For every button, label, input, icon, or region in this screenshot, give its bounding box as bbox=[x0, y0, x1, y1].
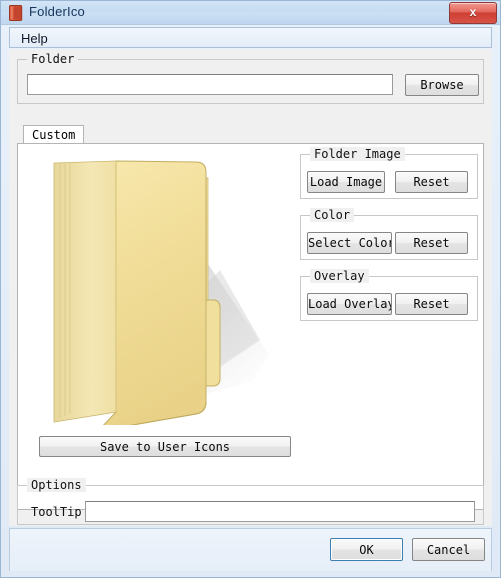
folder-path-input[interactable] bbox=[27, 74, 393, 95]
window-title: FolderIco bbox=[29, 4, 85, 19]
color-group-title: Color bbox=[310, 208, 355, 222]
overlay-reset-button[interactable]: Reset bbox=[395, 293, 468, 315]
application-window: FolderIco x Help Folder Browse Custom Fo… bbox=[0, 0, 501, 578]
tab-custom[interactable]: Custom bbox=[23, 125, 85, 144]
tooltip-input[interactable] bbox=[85, 501, 475, 522]
tooltip-label: ToolTip bbox=[31, 505, 82, 519]
title-bar: FolderIco x bbox=[1, 1, 500, 25]
ok-button[interactable]: OK bbox=[330, 538, 403, 561]
select-color-button[interactable]: Select Color bbox=[307, 232, 392, 254]
color-reset-button[interactable]: Reset bbox=[395, 232, 468, 254]
load-image-button[interactable]: Load Image bbox=[307, 171, 385, 193]
tab-strip: Custom bbox=[17, 125, 484, 144]
folder-image-group-title: Folder Image bbox=[310, 147, 405, 161]
options-group-title: Options bbox=[27, 478, 86, 492]
menu-bar: Help bbox=[9, 27, 492, 48]
folder-image-reset-button[interactable]: Reset bbox=[395, 171, 468, 193]
browse-button[interactable]: Browse bbox=[405, 74, 479, 96]
close-icon: x bbox=[469, 5, 477, 19]
close-button[interactable]: x bbox=[449, 2, 497, 24]
overlay-group-title: Overlay bbox=[310, 269, 369, 283]
client-area: Folder Browse Custom Folder Image Load I… bbox=[9, 49, 492, 526]
folder-preview bbox=[24, 150, 296, 425]
tab-control: Custom Folder Image Load Image Reset Col… bbox=[17, 125, 484, 510]
folder-group-title: Folder bbox=[27, 52, 79, 66]
folder-app-icon bbox=[9, 5, 23, 21]
load-overlay-button[interactable]: Load Overlay bbox=[307, 293, 392, 315]
dialog-footer: OK Cancel bbox=[9, 528, 492, 571]
save-to-user-icons-button[interactable]: Save to User Icons bbox=[39, 436, 291, 457]
cancel-button[interactable]: Cancel bbox=[412, 538, 485, 561]
open-folder-icon bbox=[53, 160, 269, 425]
menu-item-help[interactable]: Help bbox=[14, 30, 55, 47]
tab-page-custom: Folder Image Load Image Reset Color Sele… bbox=[17, 143, 484, 510]
